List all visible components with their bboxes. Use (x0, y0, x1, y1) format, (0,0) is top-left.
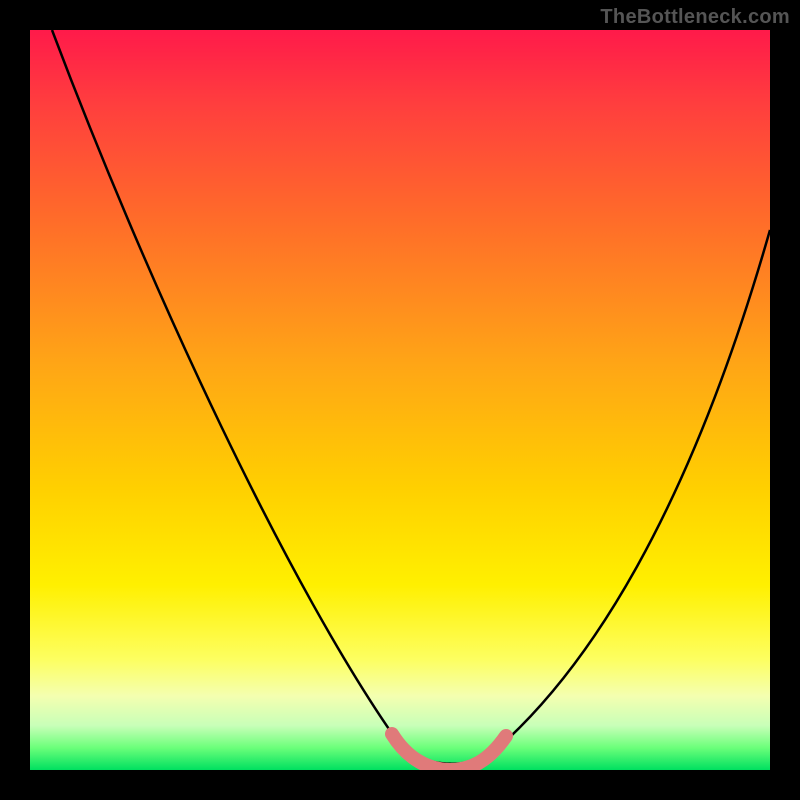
bottleneck-curve (52, 30, 770, 764)
watermark-text: TheBottleneck.com (600, 6, 790, 29)
plot-area (30, 30, 770, 770)
chart-frame: TheBottleneck.com (0, 0, 800, 800)
curve-layer (30, 30, 770, 770)
optimal-zone-highlight (392, 734, 506, 770)
